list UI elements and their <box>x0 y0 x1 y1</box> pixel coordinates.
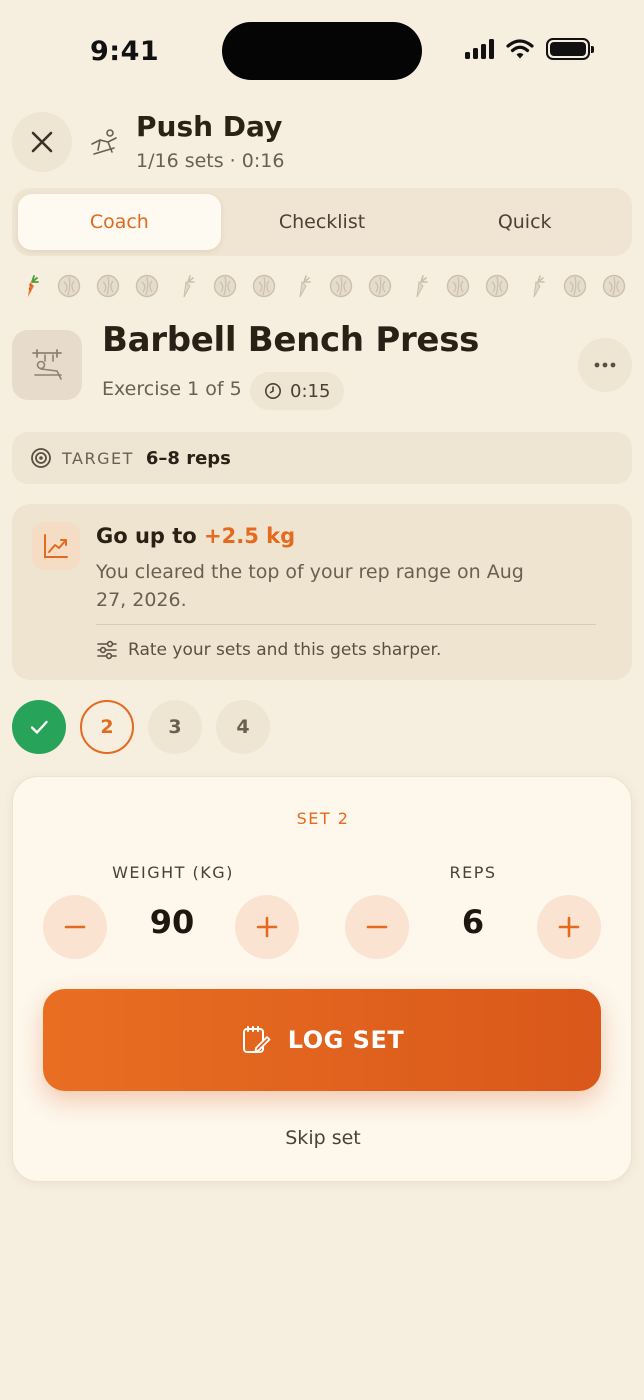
skip-set-link[interactable]: Skip set <box>13 1127 633 1149</box>
reps-decrement-button[interactable] <box>345 895 409 959</box>
tab-coach[interactable]: Coach <box>18 194 221 250</box>
minus-icon <box>366 925 388 929</box>
ellipsis-icon <box>594 362 616 368</box>
status-time: 9:41 <box>90 36 160 67</box>
coach-headline: Go up to +2.5 kg <box>96 524 295 548</box>
tab-checklist[interactable]: Checklist <box>221 194 424 250</box>
set-pill-3[interactable]: 3 <box>148 700 202 754</box>
bench-press-icon <box>32 349 62 380</box>
status-bar: 9:41 <box>0 0 644 100</box>
coach-tip-text: Rate your sets and this gets sharper. <box>128 640 442 660</box>
exercise-title: Barbell Bench Press <box>102 320 480 360</box>
coach-headline-prefix: Go up to <box>96 524 197 548</box>
exercise-progress-row <box>16 270 628 302</box>
battery-icon <box>546 38 594 60</box>
checkmark-icon <box>30 720 48 734</box>
mode-tabs: Coach Checklist Quick <box>12 188 632 256</box>
workout-type-icon <box>91 129 117 155</box>
cabbage-icon <box>561 272 589 300</box>
coach-headline-accent: +2.5 kg <box>204 524 296 548</box>
rest-timer-chip[interactable]: 0:15 <box>250 372 345 410</box>
weight-increment-button[interactable] <box>235 895 299 959</box>
reps-increment-button[interactable] <box>537 895 601 959</box>
cabbage-icon <box>444 272 472 300</box>
cabbage-icon <box>133 272 161 300</box>
cabbage-icon <box>55 272 83 300</box>
divider <box>96 624 596 625</box>
coach-body: You cleared the top of your rep range on… <box>96 561 524 611</box>
plus-icon <box>256 916 278 938</box>
cabbage-icon <box>250 272 278 300</box>
status-icons <box>465 38 594 60</box>
carrot-icon <box>522 272 550 300</box>
reps-value[interactable]: 6 <box>433 903 513 941</box>
exercise-thumbnail <box>12 330 82 400</box>
more-options-button[interactable] <box>578 338 632 392</box>
cabbage-icon <box>211 272 239 300</box>
sliders-icon <box>97 640 117 660</box>
set-title: SET 2 <box>296 809 350 828</box>
set-pill-1-done[interactable] <box>12 700 66 754</box>
coach-tip: Rate your sets and this gets sharper. <box>96 640 441 660</box>
weight-label: WEIGHT (KG) <box>112 863 234 882</box>
carrot-icon <box>16 272 44 300</box>
exercise-count: Exercise 1 of 5 <box>102 378 242 400</box>
cellular-signal-icon <box>465 39 494 59</box>
wifi-icon <box>506 39 534 59</box>
set-entry-card: SET 2 WEIGHT (KG) REPS 90 6 LOG SET Skip… <box>12 776 632 1182</box>
log-set-button[interactable]: LOG SET <box>43 989 601 1091</box>
target-value: 6–8 reps <box>145 447 231 469</box>
cabbage-icon <box>483 272 511 300</box>
workout-title: Push Day <box>136 110 283 143</box>
minus-icon <box>64 925 86 929</box>
weight-decrement-button[interactable] <box>43 895 107 959</box>
target-icon <box>31 448 51 468</box>
tab-quick[interactable]: Quick <box>423 194 626 250</box>
clock-icon <box>265 383 281 399</box>
workout-header: Push Day 1/16 sets · 0:16 <box>12 110 632 176</box>
cabbage-icon <box>366 272 394 300</box>
workout-progress-summary: 1/16 sets · 0:16 <box>136 150 285 172</box>
weight-value[interactable]: 90 <box>132 903 212 941</box>
carrot-icon <box>172 272 200 300</box>
reps-label: REPS <box>449 863 497 882</box>
notepad-pencil-icon <box>242 1026 271 1053</box>
close-button[interactable] <box>12 112 72 172</box>
carrot-icon <box>405 272 433 300</box>
close-icon <box>31 131 53 153</box>
set-selector: 2 3 4 <box>12 700 270 754</box>
coach-suggestion-card: Go up to +2.5 kg You cleared the top of … <box>12 504 632 680</box>
target-bar: TARGET 6–8 reps <box>12 432 632 484</box>
cabbage-icon <box>327 272 355 300</box>
cabbage-icon <box>94 272 122 300</box>
target-label: TARGET <box>62 448 134 468</box>
dynamic-island <box>222 22 422 80</box>
cabbage-icon <box>600 272 628 300</box>
timer-value: 0:15 <box>290 380 331 402</box>
carrot-icon <box>288 272 316 300</box>
trend-up-icon <box>32 522 80 570</box>
plus-icon <box>558 916 580 938</box>
set-pill-2[interactable]: 2 <box>80 700 134 754</box>
log-set-label: LOG SET <box>287 1026 405 1054</box>
set-pill-4[interactable]: 4 <box>216 700 270 754</box>
